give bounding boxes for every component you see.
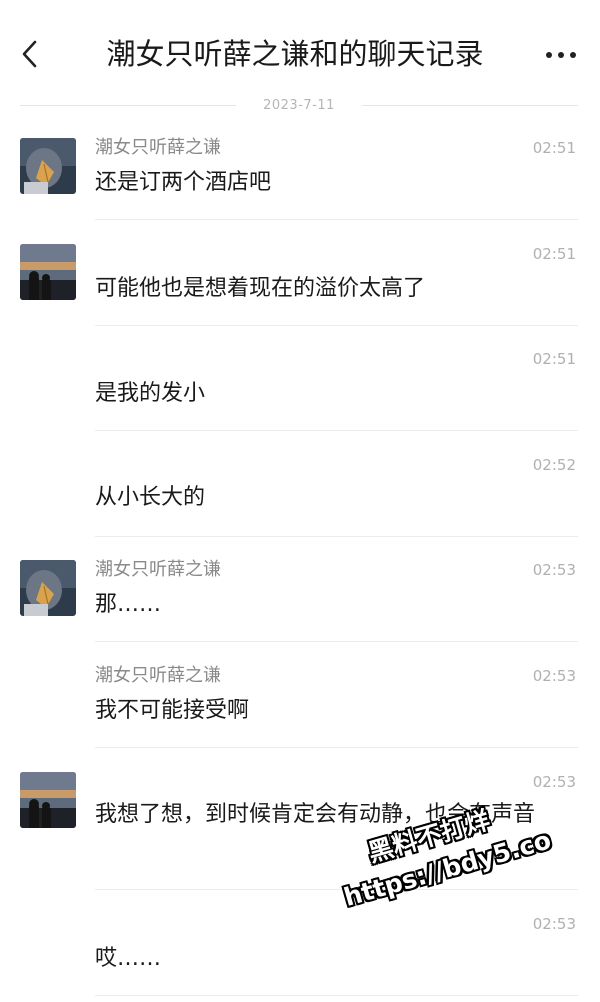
leaf-avatar[interactable]	[20, 560, 76, 616]
sunset-avatar[interactable]	[20, 772, 76, 828]
header-bar: 潮女只听薛之谦和的聊天记录	[0, 0, 600, 104]
chat-message[interactable]: 潮女只听薛之谦 02:51 还是订两个酒店吧	[0, 116, 600, 220]
page-title: 潮女只听薛之谦和的聊天记录	[106, 37, 484, 71]
message-text: 哎……	[95, 946, 162, 971]
message-text: 我想了想，到时候肯定会有动静，也会有声音	[95, 802, 536, 827]
message-divider	[95, 325, 578, 326]
message-time: 02:53	[532, 773, 576, 791]
sender-name: 潮女只听薛之谦	[95, 665, 221, 686]
message-text: 我不可能接受啊	[95, 698, 250, 723]
date-label: 2023-7-11	[263, 98, 335, 113]
message-time: 02:51	[532, 350, 576, 368]
chat-message[interactable]: 02:51 是我的发小	[0, 327, 600, 431]
message-divider	[95, 747, 578, 748]
message-divider	[95, 641, 578, 642]
more-button[interactable]	[544, 48, 578, 62]
chat-message[interactable]: 02:51 可能他也是想着现在的溢价太高了	[0, 222, 600, 326]
sunset-avatar[interactable]	[20, 244, 76, 300]
message-time: 02:51	[532, 245, 576, 263]
chevron-left-icon	[22, 40, 37, 68]
message-text: 还是订两个酒店吧	[95, 170, 272, 195]
chat-message[interactable]: 02:53 我想了想，到时候肯定会有动静，也会有声音	[0, 750, 600, 890]
more-dots-icon	[546, 52, 552, 58]
message-text: 那……	[95, 592, 162, 617]
chat-message[interactable]: 潮女只听薛之谦 02:53 我不可能接受啊	[0, 644, 600, 748]
chat-message[interactable]: 02:52 从小长大的	[0, 433, 600, 537]
message-divider	[95, 889, 578, 890]
back-button[interactable]	[16, 36, 46, 72]
sender-name: 潮女只听薛之谦	[95, 137, 221, 158]
message-time: 02:53	[532, 561, 576, 579]
message-text: 可能他也是想着现在的溢价太高了	[95, 276, 426, 301]
message-divider	[95, 536, 578, 537]
message-divider	[95, 219, 578, 220]
sender-name: 潮女只听薛之谦	[95, 559, 221, 580]
message-time: 02:52	[532, 456, 576, 474]
message-divider	[95, 430, 578, 431]
chat-message[interactable]: 02:53 哎……	[0, 892, 600, 996]
message-text: 是我的发小	[95, 381, 206, 406]
message-time: 02:53	[532, 915, 576, 933]
leaf-avatar[interactable]	[20, 138, 76, 194]
message-time: 02:53	[532, 667, 576, 685]
date-separator: 2023-7-11	[20, 96, 578, 116]
chat-message[interactable]: 潮女只听薛之谦 02:53 那……	[0, 538, 600, 642]
message-divider	[95, 995, 578, 996]
message-time: 02:51	[532, 139, 576, 157]
message-text: 从小长大的	[95, 485, 206, 510]
